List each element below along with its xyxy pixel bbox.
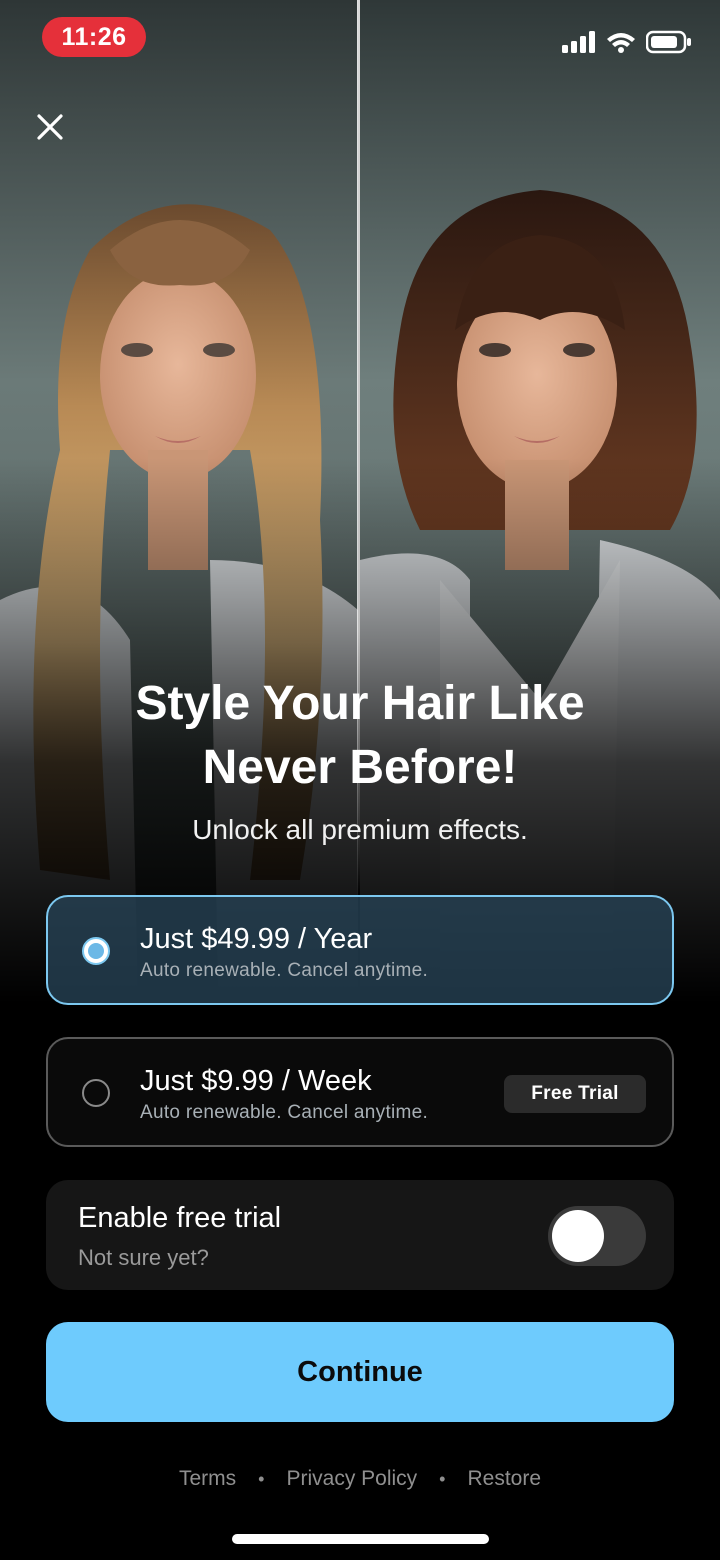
title-line-2: Never Before! — [202, 741, 518, 794]
plan-option-yearly[interactable]: Just $49.99 / Year Auto renewable. Cance… — [46, 895, 674, 1005]
home-indicator[interactable] — [232, 1534, 489, 1544]
page-title: Style Your Hair Like Never Before! — [0, 672, 720, 800]
close-button[interactable] — [30, 107, 70, 147]
radio-unselected-icon[interactable] — [82, 1079, 110, 1107]
toggle-knob — [552, 1210, 604, 1262]
footer-separator: • — [439, 1469, 446, 1489]
wifi-icon — [606, 31, 636, 58]
free-trial-badge: Free Trial — [504, 1075, 646, 1113]
free-trial-subtitle: Not sure yet? — [78, 1245, 209, 1270]
plan-subtitle: Auto renewable. Cancel anytime. — [140, 960, 429, 981]
status-icons — [562, 30, 692, 59]
close-icon — [37, 114, 63, 140]
footer-separator: • — [258, 1469, 265, 1489]
plan-subtitle: Auto renewable. Cancel anytime. — [140, 1102, 429, 1123]
radio-selected-icon[interactable] — [82, 937, 110, 965]
plan-option-weekly[interactable]: Just $9.99 / Week Auto renewable. Cancel… — [46, 1037, 674, 1147]
free-trial-toggle[interactable] — [548, 1206, 646, 1266]
continue-button[interactable]: Continue — [46, 1322, 674, 1422]
privacy-policy-link[interactable]: Privacy Policy — [286, 1462, 417, 1496]
free-trial-card: Enable free trial Not sure yet? — [46, 1180, 674, 1290]
footer-links: Terms • Privacy Policy • Restore — [0, 1462, 720, 1496]
terms-link[interactable]: Terms — [179, 1462, 236, 1496]
plan-title: Just $9.99 / Week — [140, 1065, 372, 1097]
cellular-signal-icon — [562, 31, 596, 58]
free-trial-title: Enable free trial — [78, 1202, 282, 1234]
title-line-1: Style Your Hair Like — [135, 677, 585, 730]
plan-title: Just $49.99 / Year — [140, 923, 373, 955]
page-subtitle: Unlock all premium effects. — [192, 814, 528, 845]
status-time: 11:26 — [42, 17, 146, 57]
restore-link[interactable]: Restore — [467, 1462, 541, 1496]
battery-icon — [645, 30, 692, 59]
paywall-screen: 11:26 Style Your Hair Like Never Before!… — [0, 0, 720, 1560]
